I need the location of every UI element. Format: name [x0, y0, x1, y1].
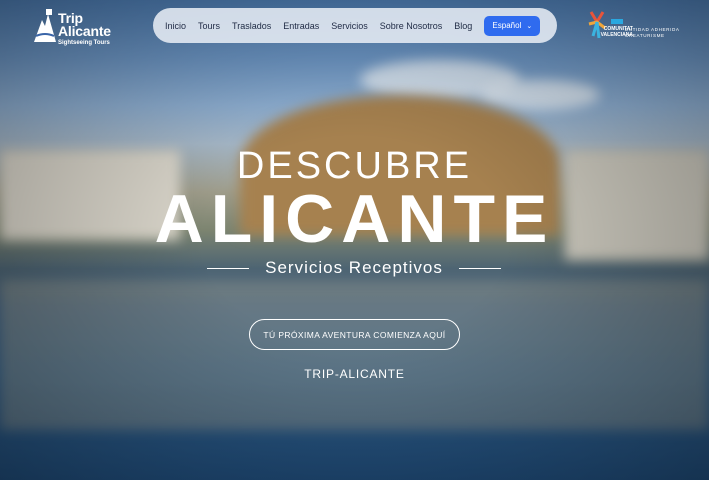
nav-item-tours[interactable]: Tours [198, 21, 220, 31]
hero-title: ALICANTE [154, 181, 555, 257]
site-logo[interactable]: Trip Alicante Sightseeing Tours [32, 6, 112, 50]
nav-item-servicios[interactable]: Servicios [331, 21, 368, 31]
nav-item-entradas[interactable]: Entradas [283, 21, 319, 31]
main-nav: Inicio Tours Traslados Entradas Servicio… [153, 8, 557, 43]
brand-text: TRIP-ALICANTE [304, 367, 405, 381]
hero-subtitle: Servicios Receptivos [265, 258, 443, 277]
chevron-down-icon: ⌄ [526, 22, 533, 30]
nav-item-traslados[interactable]: Traslados [232, 21, 271, 31]
logo-subtitle: Sightseeing Tours [58, 40, 110, 46]
divider-left [207, 267, 249, 269]
partner-badge-icon [611, 19, 623, 24]
language-selector[interactable]: Español ⌄ [484, 15, 541, 36]
divider-right [459, 267, 501, 269]
cta-button[interactable]: TÚ PRÓXIMA AVENTURA COMIENZA AQUÍ [249, 319, 460, 350]
nav-item-sobre-nosotros[interactable]: Sobre Nosotros [380, 21, 443, 31]
mountain-castle-icon [34, 9, 56, 42]
nav-item-blog[interactable]: Blog [454, 21, 472, 31]
partner-tagline: ENTIDAD ADHERIDA CREATURISME [625, 27, 680, 38]
partner-logo[interactable]: COMUNITAT VALENCIANA ENTIDAD ADHERIDA CR… [585, 8, 680, 40]
language-label: Español [492, 21, 522, 30]
nav-item-inicio[interactable]: Inicio [165, 21, 186, 31]
logo-title: Trip Alicante [58, 10, 111, 39]
hero-section: Trip Alicante Sightseeing Tours Inicio T… [0, 0, 709, 480]
hero-subtitle-row: Servicios Receptivos [207, 258, 501, 278]
